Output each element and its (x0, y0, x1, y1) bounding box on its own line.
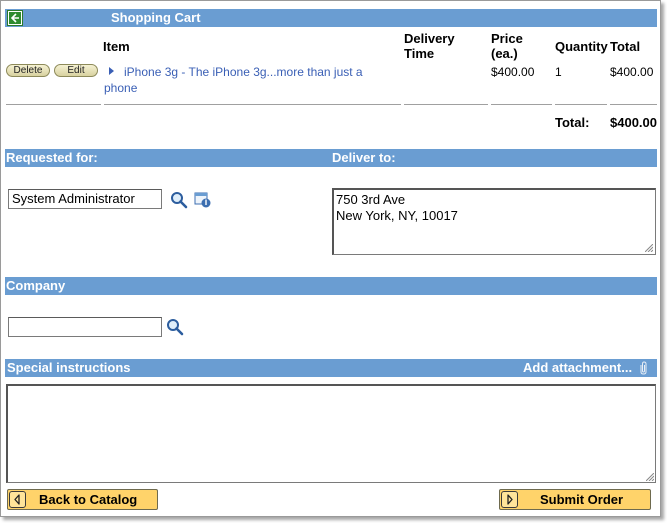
magnifier-icon[interactable] (166, 318, 184, 339)
deliver-to-textarea[interactable]: 750 3rd Ave New York, NY, 10017 (332, 188, 656, 255)
delete-button[interactable]: Delete (6, 64, 50, 77)
back-to-catalog-label: Back to Catalog (39, 492, 138, 507)
requested-for-label: Requested for: (6, 150, 98, 165)
cart-item-price: $400.00 (491, 65, 535, 79)
cart-table: Item Delivery Time Price (ea.) Quantity … (5, 29, 657, 139)
price-header-line1: Price (491, 31, 523, 46)
column-header-price: Price (ea.) (491, 31, 523, 61)
row-divider (610, 104, 657, 105)
company-label: Company (6, 278, 66, 293)
cart-total-label: Total: (555, 115, 590, 130)
column-header-quantity: Quantity (555, 39, 608, 54)
cart-item-name-line1[interactable]: iPhone 3g - The iPhone 3g...more than ju… (124, 65, 363, 79)
requested-for-input[interactable]: System Administrator (8, 189, 162, 209)
left-arrow-icon (9, 491, 26, 508)
special-instructions-label: Special instructions (7, 360, 131, 375)
cart-item-total: $400.00 (610, 65, 654, 79)
special-instructions-textarea[interactable] (6, 384, 656, 483)
add-attachment-link[interactable]: Add attachment... (523, 359, 632, 377)
magnifier-icon[interactable] (170, 191, 188, 212)
submit-order-button[interactable]: Submit Order (499, 489, 651, 510)
deliver-to-line2: New York, NY, 10017 (336, 208, 458, 223)
back-to-catalog-button[interactable]: Back to Catalog (7, 489, 158, 510)
resize-grip-icon[interactable] (646, 473, 654, 481)
requested-deliver-header: Requested for: Deliver to: (5, 149, 657, 167)
row-divider (491, 104, 552, 105)
catalog-checkout-window: Shopping Cart Item Delivery Time Price (… (0, 0, 661, 517)
shopping-cart-header: Shopping Cart (5, 9, 657, 27)
row-divider (104, 104, 401, 105)
special-instructions-header: Special instructions Add attachment... (5, 359, 657, 377)
row-divider (555, 104, 607, 105)
cart-item-name-line2[interactable]: phone (104, 81, 137, 95)
column-header-delivery-time: Delivery Time (404, 31, 455, 61)
column-header-total: Total (610, 39, 641, 54)
resize-grip-icon[interactable] (645, 244, 653, 252)
back-arrow-icon[interactable] (7, 10, 23, 26)
deliver-to-label: Deliver to: (332, 150, 396, 165)
deliver-to-line1: 750 3rd Ave (336, 192, 406, 207)
submit-order-label: Submit Order (540, 492, 624, 507)
company-input[interactable] (8, 317, 162, 337)
delivery-header-line2: Time (404, 46, 435, 61)
row-divider (6, 104, 101, 105)
row-divider (404, 104, 488, 105)
cart-total-value: $400.00 (610, 115, 657, 130)
column-header-item: Item (103, 39, 130, 54)
shopping-cart-title: Shopping Cart (111, 10, 201, 25)
cart-item-link[interactable]: iPhone 3g - The iPhone 3g...more than ju… (104, 64, 404, 96)
price-header-line2: (ea.) (491, 46, 518, 61)
user-info-icon[interactable] (194, 191, 212, 212)
right-arrow-icon (501, 491, 518, 508)
cart-item-quantity: 1 (555, 65, 562, 79)
edit-button[interactable]: Edit (54, 64, 98, 77)
paperclip-icon[interactable] (638, 361, 649, 380)
company-header: Company (5, 277, 657, 295)
delivery-header-line1: Delivery (404, 31, 455, 46)
